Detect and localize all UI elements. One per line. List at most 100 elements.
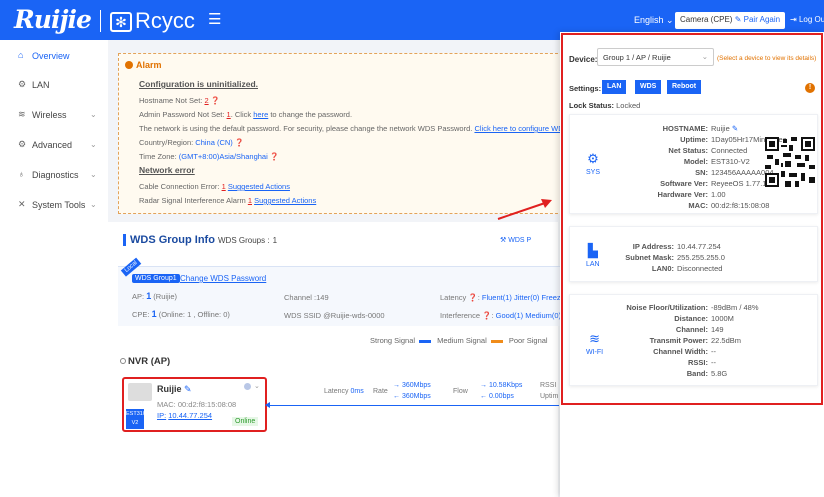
- sidebar-item-lan[interactable]: ⚙ LAN: [0, 76, 108, 96]
- cpe-summary: CPE: 1 (Online: 1 , Offline: 0): [132, 309, 230, 319]
- help-icon[interactable]: ❓: [270, 152, 279, 161]
- model-badge: EST310-V2: [126, 409, 148, 429]
- sidebar-item-label: Overview: [32, 51, 70, 61]
- alarm-panel: Alarm Configuration is uninitialized. Ho…: [118, 53, 606, 214]
- sidebar-item-system-tools[interactable]: ✕ System Tools ⌄: [0, 196, 108, 216]
- radar-count-link[interactable]: 1: [248, 196, 252, 205]
- wds-title: WDS Group Info WDS Groups : 1: [123, 234, 277, 246]
- device-pair-button[interactable]: Camera (CPE) ✎ Pair Again: [675, 12, 786, 29]
- language-label: English: [634, 15, 664, 25]
- gear-icon: ⚙: [18, 139, 27, 149]
- warning-icon[interactable]: !: [805, 83, 815, 93]
- change-password-link[interactable]: here: [253, 110, 268, 119]
- wds-group-button[interactable]: WDS Group1: [132, 274, 180, 283]
- lan-field: IP Address: 10.44.77.254: [632, 242, 721, 251]
- sidebar-item-diagnostics[interactable]: ♁ Diagnostics ⌄: [0, 166, 108, 186]
- ap-summary: AP: 1 (Ruijie): [132, 291, 178, 301]
- link-rate-up: → 360Mbps: [393, 382, 431, 389]
- ruijie-logo: Ruijie: [14, 5, 92, 34]
- language-selector[interactable]: English ⌄: [634, 15, 674, 26]
- country-value[interactable]: China (CN): [195, 138, 233, 147]
- sidebar-item-label: Wireless: [32, 110, 67, 120]
- edit-icon[interactable]: ✎: [732, 124, 738, 133]
- help-icon[interactable]: ❓: [211, 96, 220, 105]
- wifi-field: Transmit Power: 22.5dBm: [649, 336, 742, 345]
- sys-field: Uptime: 1Day05Hr17Min22Sec: [680, 135, 787, 144]
- device-name: Ruijie ✎: [157, 384, 192, 394]
- sidebar-item-label: LAN: [32, 80, 50, 90]
- help-icon[interactable]: ❓: [235, 138, 244, 147]
- hostname-alarm: Hostname Not Set: 2 ❓: [139, 96, 221, 105]
- wifi-field: Noise Floor/Utilization: -89dBm / 48%: [626, 303, 759, 312]
- chevron-down-icon[interactable]: ⌄: [254, 382, 260, 390]
- radar-suggested-actions-link[interactable]: Suggested Actions: [254, 196, 316, 205]
- camera-button-label: Camera (CPE): [680, 15, 733, 24]
- alert-icon: [125, 61, 133, 69]
- wds-settings-button[interactable]: WDS: [635, 80, 662, 94]
- arrow-left-icon: ←: [393, 393, 400, 400]
- change-wds-password-link[interactable]: Change WDS Password: [180, 274, 266, 283]
- arrow-left-icon: ←: [480, 393, 487, 400]
- wifi-icon: ≋: [18, 109, 26, 119]
- country-alarm: Country/Region: China (CN) ❓: [139, 138, 245, 147]
- link-latency: Latency 0ms: [324, 388, 364, 395]
- sidebar-item-advanced[interactable]: ⚙ Advanced ⌄: [0, 136, 108, 156]
- cable-suggested-actions-link[interactable]: Suggested Actions: [228, 182, 290, 191]
- wifi-field: Channel Width: --: [653, 347, 716, 356]
- chip-icon: ⚙: [587, 151, 599, 166]
- reyee-logo: ✻ Rcycc: [110, 8, 195, 34]
- link-flow-down: ← 0.00bps: [480, 393, 514, 400]
- qr-code: [765, 137, 815, 187]
- device-image: [128, 383, 152, 401]
- link-flow-up: → 10.58Kbps: [480, 382, 523, 389]
- sys-field: HOSTNAME: Ruijie ✎: [662, 124, 739, 133]
- timezone-value[interactable]: (GMT+8:00)Asia/Shanghai: [179, 152, 268, 161]
- sys-icon-block: ⚙ SYS: [586, 151, 601, 176]
- device-hint: (Select a device to view its details): [717, 55, 817, 62]
- cable-count-link[interactable]: 1: [222, 182, 226, 191]
- help-icon[interactable]: ❓: [482, 311, 491, 320]
- reyee-mark-icon: ✻: [110, 12, 132, 33]
- sidebar: ⌂ Overview ⚙ LAN ≋ Wireless ⌄ ⚙ Advanced ⌄ ♁ Di…: [0, 40, 108, 497]
- wifi-field: Band: 5.8G: [686, 369, 728, 378]
- device-ip-link[interactable]: 10.44.77.254: [168, 411, 212, 420]
- network-error-heading: Network error: [139, 165, 195, 175]
- edit-icon[interactable]: ✎: [184, 384, 192, 394]
- sidebar-item-wireless[interactable]: ≋ Wireless ⌄: [0, 106, 108, 126]
- reyee-logo-text: Rcycc: [135, 8, 195, 33]
- link-rate-down: ← 360Mbps: [393, 393, 431, 400]
- logout-button[interactable]: ⇥ Log Out: [790, 15, 824, 24]
- device-select[interactable]: Group 1 / AP / Ruijie ⌄: [597, 48, 714, 66]
- sidebar-item-label: Diagnostics: [32, 170, 79, 180]
- sys-field: MAC: 00:d2:f8:15:08:08: [688, 201, 770, 210]
- link-flow-label: Flow: [453, 388, 468, 395]
- device-toggle-icon[interactable]: [244, 383, 251, 390]
- lan-icon-block: ▙ LAN: [586, 243, 600, 268]
- arrow-right-icon: →: [393, 382, 400, 389]
- hamburger-icon[interactable]: ☰: [208, 10, 221, 28]
- latency-info: Latency ❓: Fluent(1) Jitter(0) Freeze(: [440, 293, 568, 302]
- wifi-field: Distance: 1000M: [674, 314, 734, 323]
- chevron-down-icon: ⌄: [701, 52, 708, 61]
- wifi-field: RSSI: --: [687, 358, 716, 367]
- tools-icon: ✕: [18, 199, 26, 209]
- reboot-button[interactable]: Reboot: [667, 80, 702, 94]
- wds-ssid-info: WDS SSID @Ruijie-wds-0000: [284, 311, 385, 320]
- hostname-count-link[interactable]: 2: [204, 96, 208, 105]
- help-icon[interactable]: ❓: [468, 293, 477, 302]
- medium-signal-swatch: [490, 339, 503, 343]
- wds-password-link[interactable]: ⚒ WDS P: [500, 236, 531, 244]
- lan-field: LAN0: Disconnected: [651, 264, 723, 273]
- sidebar-item-overview[interactable]: ⌂ Overview: [0, 47, 108, 67]
- online-status-badge: Online: [232, 417, 259, 426]
- sys-field: SN: 123456AAAAA004: [695, 168, 774, 177]
- network-icon: ⚙: [18, 79, 27, 89]
- ethernet-icon: ▙: [587, 243, 598, 258]
- ap-device-card[interactable]: EST310-V2 Ruijie ✎ MAC: 00:d2:f8:15:08:0…: [122, 377, 267, 432]
- pair-again-link[interactable]: ✎ Pair Again: [735, 15, 780, 24]
- logout-icon: ⇥: [790, 15, 797, 24]
- wifi-gear-icon: ≋: [589, 331, 600, 346]
- config-heading: Configuration is uninitialized.: [139, 79, 258, 89]
- lan-settings-button[interactable]: LAN: [602, 80, 627, 94]
- chevron-down-icon: ⌄: [90, 170, 97, 179]
